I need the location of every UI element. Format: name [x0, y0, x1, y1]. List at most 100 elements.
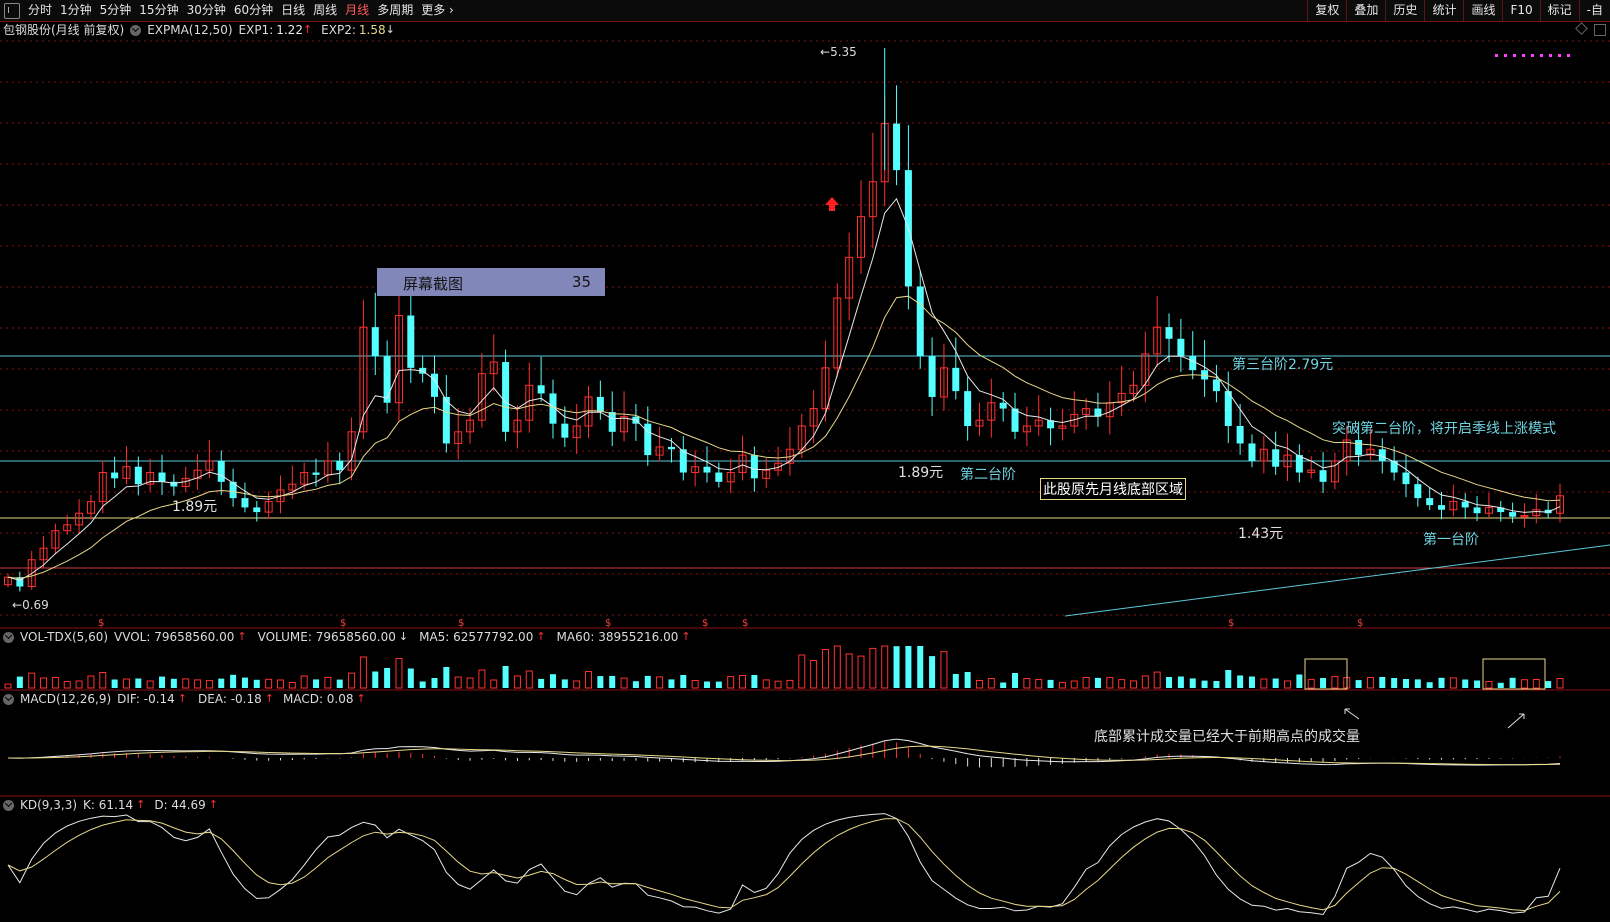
- candle-body-down: [999, 402, 1007, 409]
- volume-arrow-icon: ↓: [398, 630, 409, 643]
- volume-bar-down: [419, 681, 426, 688]
- annotation-volume-note: 底部累计成交量已经大于前期高点的成交量: [1094, 729, 1360, 745]
- volume-bar-up: [478, 669, 486, 689]
- volume-bar-down: [1094, 677, 1101, 688]
- signal-marker: $: [340, 618, 346, 629]
- kd-indicator-name[interactable]: KD(9,3,3): [17, 797, 80, 813]
- volume-bar-up: [774, 680, 782, 689]
- volume-bar-up: [585, 671, 593, 689]
- volume-bar-up: [1153, 671, 1161, 689]
- macd-collapse-icon[interactable]: [3, 693, 14, 705]
- candle-body-down: [241, 498, 249, 508]
- kline-chart[interactable]: $ $ $ $ $ $ $ $: [0, 0, 1610, 922]
- dot-marker: [1513, 54, 1516, 57]
- diamond-icon[interactable]: [1575, 22, 1588, 35]
- candle-body-down: [596, 396, 604, 413]
- annotation-price-189-left: 1.89元: [172, 499, 218, 515]
- volume-bar-up: [798, 654, 806, 689]
- collapse-icon[interactable]: [130, 24, 142, 36]
- kd-info-line: KD(9,3,3) K: 61.14 ↑ D: 44.69 ↑: [0, 797, 218, 813]
- volume-bar-up: [1058, 681, 1066, 689]
- volume-bar-up: [1556, 678, 1564, 689]
- candle-body-down: [1390, 460, 1398, 473]
- volume-bar-up: [762, 679, 770, 689]
- volume-bar-up: [51, 677, 59, 689]
- volume-bar-up: [869, 647, 877, 689]
- volume-bar-up: [63, 681, 71, 689]
- volume-bar-down: [135, 678, 142, 688]
- candle-body-down: [1473, 507, 1481, 514]
- kd-lines: [7, 813, 1561, 916]
- volume-bar-down: [1248, 676, 1255, 688]
- trend-line: [1064, 544, 1610, 617]
- volume-bar-down: [384, 668, 391, 688]
- volume-bar-down: [703, 681, 710, 688]
- k-line: [7, 813, 1561, 916]
- d-arrow-icon: ↑: [208, 798, 218, 811]
- volume-bar-up: [1070, 680, 1078, 689]
- macd-value: MACD: 0.08: [282, 692, 354, 706]
- candle-body-down: [442, 396, 450, 444]
- volume-bar-up: [727, 676, 735, 689]
- volume-bar-up: [1129, 680, 1137, 689]
- candle-body-down: [1355, 439, 1363, 456]
- note-arrow-icon: [1344, 708, 1360, 720]
- volume-bar-down: [680, 675, 687, 688]
- annotation-step2: 第二台阶: [960, 467, 1016, 483]
- volume-bar-down: [1462, 679, 1469, 688]
- volume-bar-down: [241, 677, 248, 688]
- annotation-breakout: 突破第二台阶，将开启季线上涨模式: [1332, 421, 1556, 437]
- volume-bar-up: [75, 680, 83, 689]
- vol-collapse-icon[interactable]: [3, 631, 14, 643]
- volume-bar-up: [182, 678, 190, 689]
- volume-bar-up: [1260, 678, 1268, 689]
- kd-collapse-icon[interactable]: [3, 799, 14, 811]
- volume-bar-up: [810, 660, 818, 689]
- volume-bar-up: [525, 670, 533, 689]
- volume-bar-down: [952, 674, 959, 688]
- high-value: 5.35: [830, 45, 857, 59]
- volume-bar-down: [1426, 682, 1433, 688]
- candle-body-down: [1402, 472, 1410, 485]
- candle-body-down: [703, 466, 711, 473]
- ma60-value: MA60: 38955216.00: [556, 630, 679, 644]
- volume-bar-down: [1296, 674, 1303, 688]
- dot-marker: [1567, 54, 1570, 57]
- annotation-price-143: 1.43元: [1238, 526, 1284, 542]
- volume-bar-down: [111, 679, 118, 688]
- volume-bar-up: [987, 678, 995, 689]
- volume-bar-down: [715, 681, 722, 688]
- candle-body-down: [1319, 470, 1327, 482]
- indicator-name[interactable]: EXPMA(12,50): [144, 22, 235, 38]
- dot-marker: [1540, 54, 1543, 57]
- volume-bar-up: [786, 679, 794, 689]
- volume-bar-down: [431, 678, 438, 688]
- exp1-value: 1.22: [276, 23, 303, 37]
- candle-body-down: [1177, 338, 1185, 357]
- volume-value: VOLUME: 79658560.00: [257, 630, 396, 644]
- volume-bar-down: [218, 678, 225, 688]
- d-line: [7, 818, 1561, 912]
- volume-bar-up: [288, 682, 296, 689]
- candle-body-down: [916, 286, 924, 357]
- vol-indicator-name[interactable]: VOL-TDX(5,60): [17, 629, 111, 645]
- volume-bar-up: [881, 645, 889, 689]
- macd-indicator-name[interactable]: MACD(12,26,9): [17, 691, 114, 707]
- candle-body-down: [253, 507, 261, 513]
- candle-body-down: [1272, 449, 1280, 467]
- window-icon[interactable]: [1594, 24, 1606, 36]
- dea-value: DEA: -0.18: [198, 692, 262, 706]
- volume-bar-down: [1474, 680, 1481, 688]
- volume-bar-down: [1414, 679, 1421, 688]
- candle-body-down: [893, 123, 901, 171]
- candle-body-down: [1212, 379, 1220, 392]
- volume-bar-down: [929, 656, 936, 688]
- volume-bar-down: [549, 674, 556, 688]
- candle-body-down: [1414, 484, 1422, 499]
- volume-bar-down: [159, 676, 166, 688]
- volume-bar-down: [609, 675, 616, 688]
- candle-body-down: [1438, 505, 1446, 510]
- volume-bar-down: [1213, 681, 1220, 688]
- candle-body-down: [608, 412, 616, 432]
- volume-bar-down: [1047, 679, 1054, 688]
